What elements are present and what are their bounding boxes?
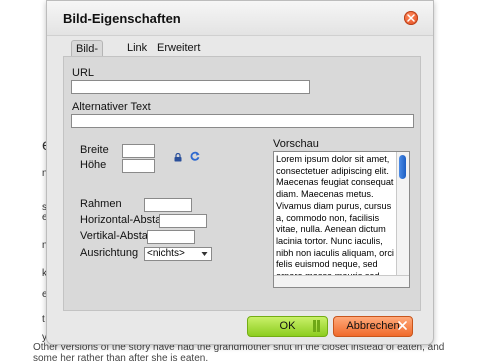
border-field[interactable]: [144, 198, 192, 212]
align-label: Ausrichtung: [80, 247, 139, 259]
url-field[interactable]: [71, 80, 310, 94]
width-field[interactable]: [122, 144, 155, 158]
image-properties-dialog: Bild-Eigenschaften Bild-Info Link Erweit…: [46, 0, 434, 345]
align-selected-value: <nichts>: [147, 248, 185, 259]
width-label: Breite: [80, 144, 109, 156]
url-label: URL: [72, 67, 95, 79]
ok-button[interactable]: OK: [247, 316, 328, 337]
chevron-down-icon: [201, 252, 208, 256]
scroll-thumb[interactable]: [399, 155, 406, 179]
preview-vertical-scrollbar[interactable]: [396, 152, 409, 275]
reset-size-icon[interactable]: [190, 151, 200, 161]
cancel-button[interactable]: Abbrechen: [333, 316, 413, 337]
tab-advanced[interactable]: Erweitert: [153, 40, 204, 56]
preview-horizontal-scrollbar[interactable]: [274, 275, 409, 287]
cancel-button-label: Abbrechen: [346, 320, 400, 332]
tab-link[interactable]: Link: [123, 40, 151, 56]
bg-text-line: some her rather than after she is eaten.: [33, 353, 209, 364]
preview-label: Vorschau: [273, 138, 319, 150]
close-button[interactable]: [404, 11, 418, 25]
vspace-field[interactable]: [147, 230, 195, 244]
tab-image-info[interactable]: Bild-Info: [71, 40, 104, 71]
dialog-titlebar[interactable]: Bild-Eigenschaften: [47, 1, 433, 36]
dialog-title: Bild-Eigenschaften: [63, 11, 181, 26]
hspace-field[interactable]: [159, 214, 207, 228]
lock-ratio-icon[interactable]: [174, 153, 182, 162]
alt-text-label: Alternativer Text: [72, 101, 151, 113]
height-label: Höhe: [80, 159, 107, 171]
close-icon: [407, 14, 415, 22]
image-info-panel: URL Alternativer Text Breite Höhe Rahmen…: [63, 56, 421, 311]
height-field[interactable]: [122, 159, 155, 173]
alt-text-field[interactable]: [71, 114, 414, 128]
preview-text: Lorem ipsum dolor sit amet, consectetuer…: [276, 154, 394, 287]
border-label: Rahmen: [80, 198, 122, 210]
ok-button-label: OK: [279, 320, 296, 332]
preview-box: Lorem ipsum dolor sit amet, consectetuer…: [273, 151, 410, 288]
ok-handle-icon: [313, 320, 320, 332]
align-select[interactable]: <nichts>: [144, 247, 212, 261]
close-icon: [398, 321, 407, 330]
